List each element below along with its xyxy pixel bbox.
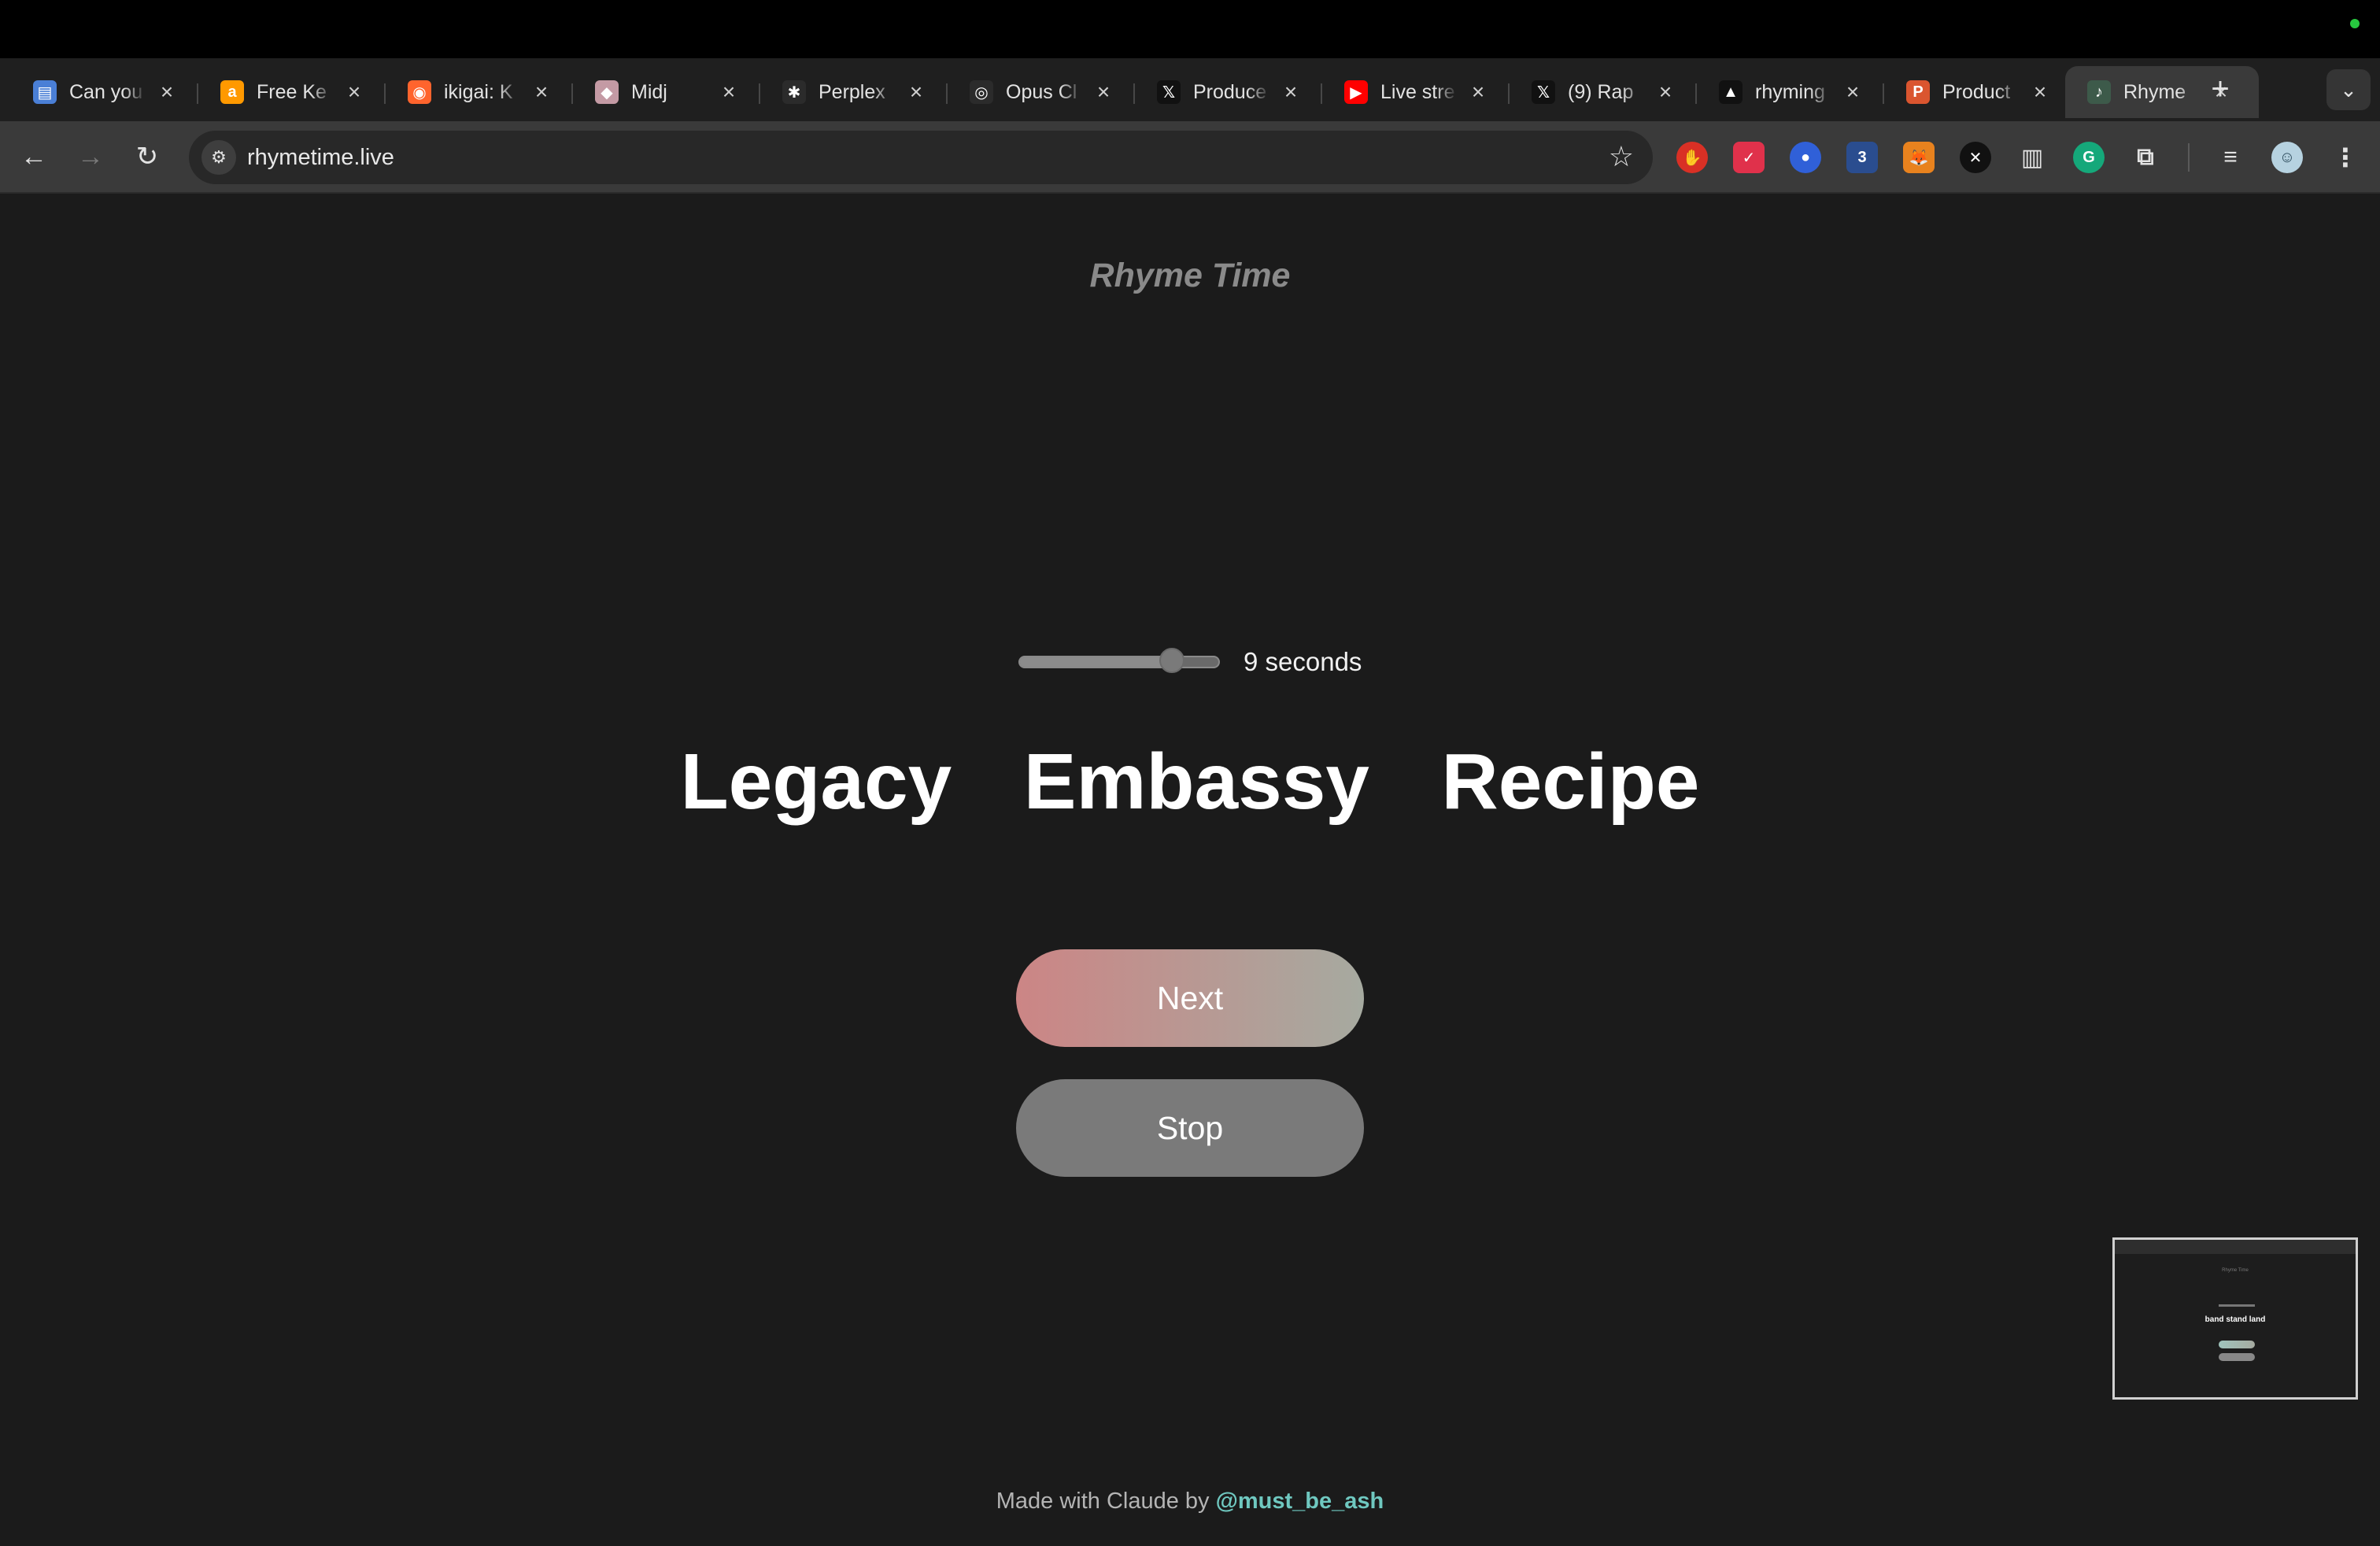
browser-tab[interactable]: ▲ rhyming × [1697,66,1884,118]
youtube-icon: ▶ [1344,80,1368,104]
bookmark-star-icon[interactable]: ☆ [1609,140,1634,173]
close-tab-icon[interactable]: × [905,80,927,105]
extensions-puzzle-icon[interactable]: ⧉ [2130,142,2161,173]
vercel-icon: ▲ [1719,80,1743,104]
close-tab-icon[interactable]: × [530,80,552,105]
close-tab-icon[interactable]: × [1467,80,1489,105]
browser-tab[interactable]: 𝕏 Produce × [1135,66,1322,118]
close-tab-icon[interactable]: × [1280,80,1302,105]
duration-control: 9 seconds [1018,642,1362,682]
tab-label: Perplex [819,80,885,103]
perplexity-icon: ✱ [782,80,806,104]
close-tab-icon[interactable]: × [1092,80,1114,105]
product-hunt-icon: P [1906,80,1930,104]
toolbar-divider [2188,143,2190,172]
browser-tab[interactable]: ✱ Perplex × [760,66,948,118]
pocket-extension-icon[interactable]: ✓ [1733,142,1765,173]
browser-tab[interactable]: ◉ ikigai: K × [386,66,573,118]
duration-slider[interactable] [1018,648,1220,673]
stop-button[interactable]: Stop [1016,1079,1364,1177]
browser-tab[interactable]: ▶ Live stre × [1322,66,1510,118]
site-info-icon[interactable]: ⚙ [201,140,236,175]
forward-button[interactable]: → [72,139,109,175]
tab-label: (9) Rap [1568,80,1634,103]
slider-thumb[interactable] [1159,648,1184,673]
x-icon: 𝕏 [1532,80,1555,104]
next-button[interactable]: Next [1016,949,1364,1047]
tab-label: Opus Cl [1006,80,1077,103]
slider-fill [1020,657,1172,667]
status-dot [2350,19,2360,28]
preview-browser-bar [2115,1240,2356,1254]
app-brand-title: Rhyme Time [1089,257,1291,294]
close-tab-icon[interactable]: × [343,80,365,105]
tab-label: rhyming [1755,80,1825,103]
url-text: rhymetime.live [247,145,394,170]
preview-slider [2219,1304,2255,1307]
browser-tab[interactable]: 𝕏 (9) Rap × [1510,66,1697,118]
tab-label: Rhyme [2123,80,2186,103]
tab-label: Free Ke [257,80,327,103]
metamask-extension-icon[interactable]: 🦊 [1903,142,1935,173]
reload-button[interactable]: ↻ [129,139,165,175]
tab-label: ikigai: K [444,80,513,103]
duration-label: 9 seconds [1244,647,1362,676]
tab-label: Midj [631,80,667,103]
rhyme-words: Legacy Embassy Recipe [680,738,1700,826]
tab-search-button[interactable]: ⌄ [2326,69,2371,110]
close-tab-icon[interactable]: × [2029,80,2051,105]
tab-label: Product [1942,80,2011,103]
preview-stop-button [2219,1353,2255,1361]
browser-tab[interactable]: ◆ Midj × [573,66,760,118]
browser-tab[interactable]: ▤ Can you × [11,66,198,118]
tab-label: Produce [1193,80,1267,103]
preview-next-button [2219,1341,2255,1348]
preview-rhyme-words: band stand land [2204,1315,2266,1324]
circle-extension-icon[interactable]: ● [1790,142,1821,173]
browser-toolbar: ← → ↻ ⚙ rhymetime.live ☆ ✋ ✓ ● 3 🦊 ✕ ▥ G… [0,121,2380,194]
amazon-icon: a [220,80,244,104]
adblock-extension-icon[interactable]: ✋ [1676,142,1708,173]
page-content: Rhyme Time 9 seconds Legacy Embassy Reci… [0,194,2380,1546]
browser-menu-icon[interactable]: ⋮ [2330,142,2361,173]
new-tab-button[interactable]: + [2201,69,2240,109]
close-tab-icon[interactable]: × [1654,80,1676,105]
tab-label: Live stre [1380,80,1455,103]
semrush-icon: ◉ [408,80,431,104]
profile-avatar[interactable]: ☺ [2271,142,2303,173]
window-title-strip [0,0,2380,58]
clipboard-extension-icon[interactable]: ▥ [2016,142,2048,173]
footer-text: Made with Claude by [996,1489,1216,1514]
address-bar[interactable]: ⚙ rhymetime.live ☆ [189,131,1653,184]
back-button[interactable]: ← [16,139,52,175]
footer-credit: Made with Claude by @must_be_ash [0,1489,2380,1515]
opus-clip-icon: ◎ [970,80,993,104]
rhyme-time-icon: ♪ [2087,80,2111,104]
tab-label: Can you [69,80,143,103]
preview-brand: Rhyme Time [2222,1268,2249,1273]
docs-icon: ▤ [33,80,57,104]
midjourney-icon: ◆ [595,80,619,104]
author-link[interactable]: @must_be_ash [1216,1489,1384,1514]
tab-strip: ▤ Can you × a Free Ke × ◉ ikigai: K × ◆ Midj × ✱ Perp… [0,58,2380,121]
browser-tab[interactable]: P Product × [1884,66,2071,118]
close-tab-icon[interactable]: × [156,80,178,105]
badge-extension-icon[interactable]: 3 [1846,142,1878,173]
window-preview-thumbnail[interactable]: Rhyme Time band stand land [2112,1237,2358,1400]
browser-tab[interactable]: ◎ Opus Cl × [948,66,1135,118]
close-tab-icon[interactable]: × [1842,80,1864,105]
media-controls-icon[interactable]: ≡ [2215,142,2246,173]
x-extension-icon[interactable]: ✕ [1960,142,1991,173]
grammarly-extension-icon[interactable]: G [2073,142,2105,173]
browser-tab[interactable]: a Free Ke × [198,66,386,118]
x-icon: 𝕏 [1157,80,1181,104]
close-tab-icon[interactable]: × [718,80,740,105]
